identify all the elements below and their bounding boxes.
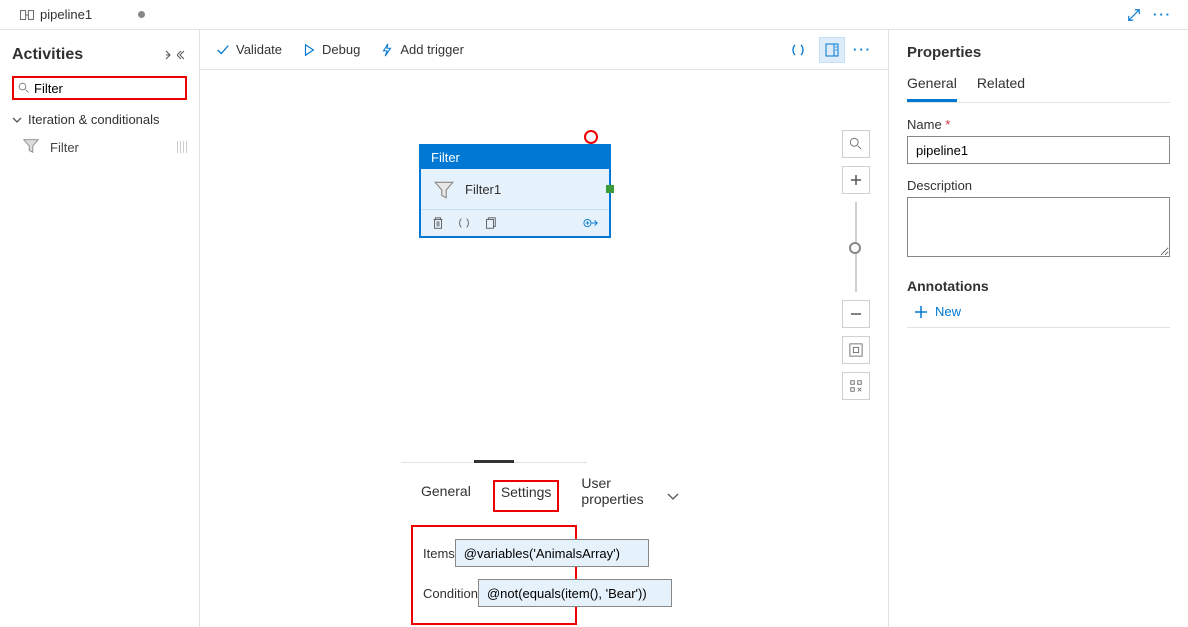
canvas-area: Validate Debug Add trigger [200,30,888,627]
play-icon [302,43,316,57]
description-input[interactable] [907,197,1170,257]
collapse-activities-icon[interactable] [163,50,187,60]
debug-button[interactable]: Debug [302,42,360,57]
delete-icon[interactable] [431,216,445,230]
code-icon[interactable] [457,216,471,230]
filter-activity-node[interactable]: Filter Filter1 [420,145,610,237]
tab-user-properties[interactable]: User properties [581,475,643,517]
pipeline-icon [20,8,34,22]
activity-label: Filter [50,140,79,155]
add-trigger-button[interactable]: Add trigger [380,42,464,57]
tab-settings[interactable]: Settings [493,480,560,512]
canvas-search-button[interactable] [842,130,870,158]
drag-handle-icon[interactable] [177,141,187,153]
annotations-section-label: Annotations [907,278,1170,294]
output-port[interactable] [606,185,614,193]
validate-label: Validate [236,42,282,57]
zoom-slider[interactable] [855,202,857,292]
properties-panel: Properties General Related Name Descript… [888,30,1188,627]
filter-icon [433,179,453,199]
expand-icon[interactable] [1127,8,1141,22]
activity-settings-panel: General Settings User properties Items C… [401,462,587,627]
new-annotation-button[interactable]: New [915,304,1170,319]
properties-title: Properties [907,44,1170,61]
copy-icon[interactable] [483,216,497,230]
more-icon[interactable]: ··· [1153,7,1172,22]
zoom-in-button[interactable] [842,166,870,194]
lightning-icon [380,43,394,57]
condition-label: Condition [423,586,478,601]
category-label: Iteration & conditionals [28,112,160,127]
pipeline-toolbar: Validate Debug Add trigger [200,30,888,70]
fit-screen-button[interactable] [842,336,870,364]
node-name-label: Filter1 [465,182,501,197]
plus-icon [915,306,927,318]
pipeline-tab-label: pipeline1 [40,7,92,22]
activity-search-field[interactable] [34,81,181,96]
name-input[interactable] [907,136,1170,164]
properties-tab-general[interactable]: General [907,75,957,102]
auto-align-button[interactable] [842,372,870,400]
node-action-bar [421,209,609,236]
expand-node-icon[interactable] [583,216,599,230]
properties-tab-related[interactable]: Related [977,75,1025,102]
tab-general[interactable]: General [421,483,471,509]
activity-search-input[interactable] [12,76,187,100]
highlight-circle-icon [584,130,598,144]
filter-icon [22,137,42,157]
items-input[interactable] [455,539,649,567]
category-iteration[interactable]: Iteration & conditionals [12,112,187,127]
zoom-out-button[interactable] [842,300,870,328]
chevron-down-icon [12,115,22,125]
collapse-panel-icon[interactable] [666,489,680,503]
unsaved-indicator-icon [138,11,145,18]
node-type-label: Filter [421,146,609,169]
validate-button[interactable]: Validate [216,42,282,57]
zoom-slider-thumb[interactable] [849,242,861,254]
add-trigger-label: Add trigger [400,42,464,57]
name-field-label: Name [907,117,1170,132]
canvas-toolbox [842,130,870,408]
search-icon [18,82,30,94]
description-field-label: Description [907,178,1170,193]
new-annotation-label: New [935,304,961,319]
tab-bar: pipeline1 ··· [0,0,1188,30]
debug-label: Debug [322,42,360,57]
items-label: Items [423,546,455,561]
pipeline-tab[interactable]: pipeline1 [8,0,157,29]
code-view-button[interactable] [785,37,811,63]
filter-settings-form: Items Condition [411,525,577,625]
check-icon [216,43,230,57]
condition-input[interactable] [478,579,672,607]
activities-title: Activities [12,46,83,64]
properties-toggle-button[interactable] [819,37,845,63]
activities-panel: Activities Iteration & conditionals Filt… [0,30,200,627]
divider [907,327,1170,328]
activity-filter[interactable]: Filter [22,137,187,157]
toolbar-more-icon[interactable]: ··· [853,42,872,57]
